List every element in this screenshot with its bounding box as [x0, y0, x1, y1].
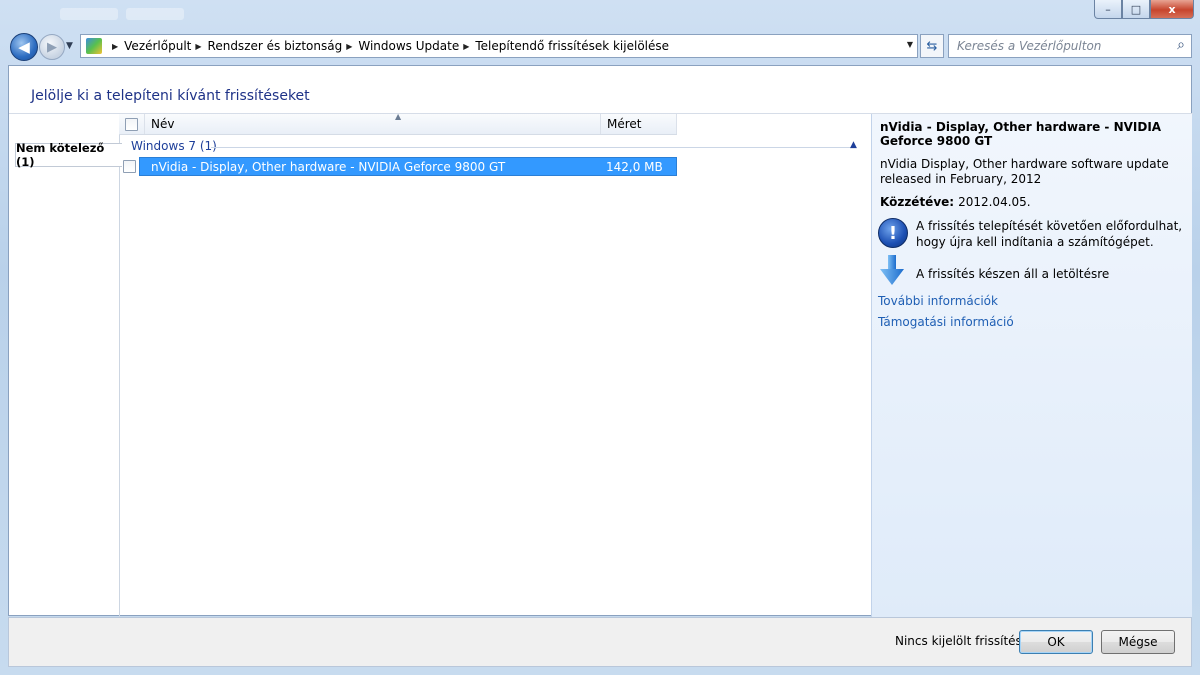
- minimize-button[interactable]: –: [1094, 0, 1122, 19]
- download-arrow-icon: [880, 255, 904, 285]
- collapse-chevron-icon[interactable]: ▲: [850, 140, 857, 150]
- chevron-right-icon[interactable]: ▶: [195, 42, 201, 51]
- column-header: Név ▲ Méret: [119, 112, 677, 135]
- row-selection[interactable]: nVidia - Display, Other hardware - NVIDI…: [139, 157, 677, 176]
- select-all-column[interactable]: [119, 114, 145, 134]
- breadcrumb-separator[interactable]: ▶: [108, 42, 124, 51]
- search-icon[interactable]: ⌕: [1177, 37, 1185, 53]
- chevron-right-icon[interactable]: ▶: [463, 42, 469, 51]
- status-text: Nincs kijelölt frissítés.: [895, 634, 1026, 648]
- group-divider: [211, 147, 854, 148]
- main-content: Jelölje ki a telepíteni kívánt frissítés…: [8, 65, 1193, 617]
- control-panel-icon: [86, 38, 102, 54]
- chevron-right-icon: ▶: [112, 41, 119, 51]
- breadcrumb-windows-update[interactable]: Windows Update ▶: [358, 39, 475, 53]
- breadcrumb-system-security[interactable]: Rendszer és biztonság ▶: [208, 39, 359, 53]
- row-checkbox[interactable]: [123, 160, 136, 173]
- maximize-button[interactable]: □: [1122, 0, 1150, 19]
- restart-note: A frissítés telepítését követően előford…: [916, 219, 1183, 249]
- address-bar[interactable]: ▶ Vezérlőpult ▶ Rendszer és biztonság ▶ Wi…: [80, 34, 918, 58]
- ok-button[interactable]: OK: [1019, 630, 1093, 654]
- more-info-link[interactable]: További információk: [878, 294, 998, 308]
- details-description: nVidia Display, Other hardware software …: [880, 157, 1169, 186]
- taskbar-ghost: [60, 8, 184, 20]
- details-title: nVidia - Display, Other hardware - NVIDI…: [880, 120, 1162, 148]
- category-tabs: Nem kötelező (1): [9, 114, 122, 617]
- search-placeholder: Keresés a Vezérlőpulton: [957, 39, 1102, 53]
- select-all-checkbox[interactable]: [125, 117, 138, 131]
- footer: Nincs kijelölt frissítés. OK Mégse: [8, 617, 1192, 667]
- download-note: A frissítés készen áll a letöltésre: [916, 267, 1110, 281]
- column-size[interactable]: Méret: [601, 114, 677, 134]
- sort-ascending-icon: ▲: [395, 112, 402, 121]
- navigation-bar: ◀ ▶ ▼ ▶ Vezérlőpult ▶ Rendszer és biztons…: [0, 30, 1200, 64]
- column-name[interactable]: Név ▲: [145, 112, 601, 134]
- title-bar[interactable]: – □ x: [0, 0, 1200, 28]
- update-name: nVidia - Display, Other hardware - NVIDI…: [151, 160, 506, 174]
- page-title: Jelölje ki a telepíteni kívánt frissítés…: [31, 88, 310, 104]
- table-row[interactable]: nVidia - Display, Other hardware - NVIDI…: [119, 157, 677, 176]
- info-icon: !: [878, 218, 908, 248]
- breadcrumb-control-panel[interactable]: Vezérlőpult ▶: [124, 39, 207, 53]
- breadcrumb-select-updates[interactable]: Telepítendő frissítések kijelölése: [475, 39, 669, 53]
- cancel-button[interactable]: Mégse: [1101, 630, 1175, 654]
- update-list: Név ▲ Méret Windows 7 (1) ▲ nVidia - Dis…: [119, 112, 871, 617]
- details-pane: nVidia - Display, Other hardware - NVIDI…: [871, 114, 1192, 617]
- chevron-right-icon[interactable]: ▶: [346, 42, 352, 51]
- group-header[interactable]: Windows 7 (1): [131, 139, 217, 153]
- search-input[interactable]: Keresés a Vezérlőpulton ⌕: [948, 34, 1192, 58]
- published-date: Közzétéve: 2012.04.05.: [880, 195, 1031, 209]
- refresh-icon[interactable]: ⇆: [920, 34, 944, 58]
- support-info-link[interactable]: Támogatási információ: [878, 315, 1014, 329]
- close-button[interactable]: x: [1150, 0, 1194, 19]
- caption-buttons: – □ x: [1094, 0, 1194, 19]
- forward-arrow-icon[interactable]: ▶: [39, 34, 65, 60]
- update-size: 142,0 MB: [606, 160, 663, 174]
- tab-optional[interactable]: Nem kötelező (1): [15, 141, 122, 169]
- back-arrow-icon[interactable]: ◀: [10, 33, 38, 61]
- address-dropdown-icon[interactable]: ▼: [907, 40, 913, 49]
- recent-pages-chevron-icon[interactable]: ▼: [66, 41, 73, 51]
